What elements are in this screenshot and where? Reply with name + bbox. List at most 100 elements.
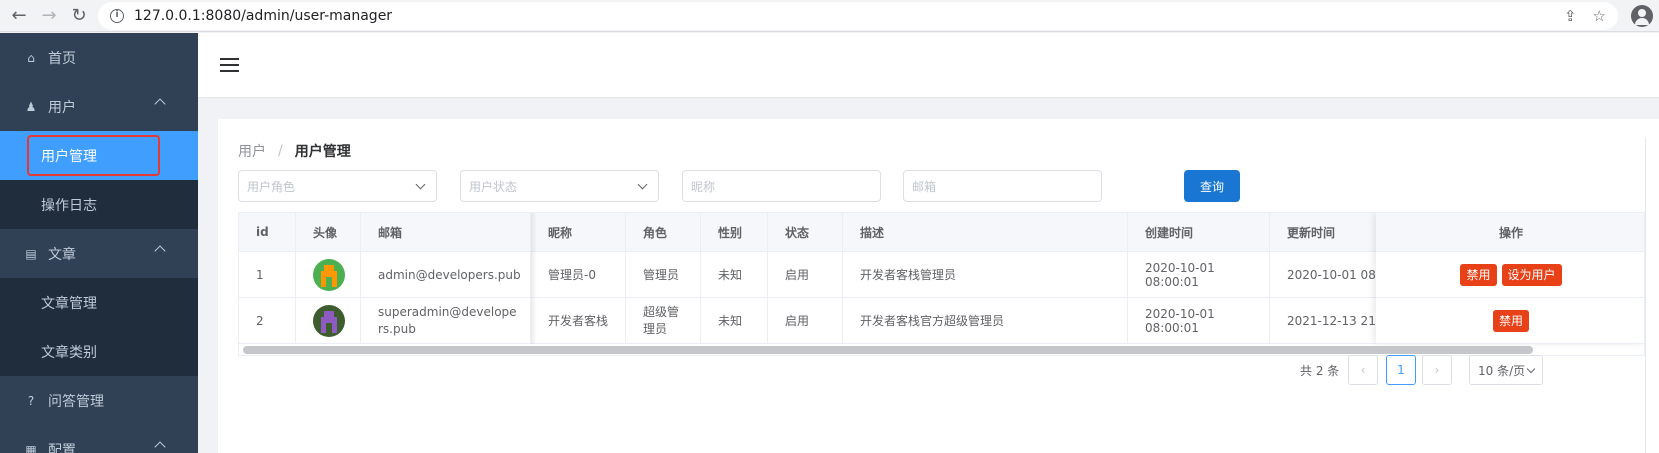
sidebar-item-label: 文章 <box>48 246 76 263</box>
status-select[interactable]: 用户状态 <box>460 170 659 202</box>
page-1-button[interactable]: 1 <box>1386 355 1416 385</box>
cell-created: 2020-10-01 08:00:01 <box>1128 298 1270 343</box>
sidebar-item-label: 问答管理 <box>48 393 104 410</box>
sidebar-item-label: 用户管理 <box>41 148 97 165</box>
status-select-placeholder: 用户状态 <box>469 179 518 194</box>
sidebar-item-article-manager[interactable]: 文章管理 <box>0 278 198 327</box>
back-arrow-icon[interactable]: ← <box>6 3 32 29</box>
sidebar-item-articles[interactable]: ▤ 文章 <box>0 229 198 278</box>
column-header[interactable]: 头像 <box>296 213 361 251</box>
sidebar-item-label: 用户 <box>48 99 76 116</box>
pagination-total: 共 2 条 <box>1300 363 1340 378</box>
chevron-down-icon <box>1526 364 1536 374</box>
cell-description: 开发者客栈官方超级管理员 <box>843 298 1128 343</box>
cell-email: superadmin@developers.pub <box>361 298 531 343</box>
cell-role-text: 超级管理员 <box>643 304 680 336</box>
cell-created: 2020-10-01 08:00:01 <box>1128 252 1270 297</box>
chevron-up-icon <box>154 245 166 257</box>
cell-email: admin@developers.pub <box>361 252 531 297</box>
disable-button[interactable]: 禁用 <box>1460 263 1497 286</box>
column-header[interactable]: 状态 <box>768 213 843 251</box>
column-header[interactable]: 邮箱 <box>361 213 531 251</box>
sidebar-item-article-category[interactable]: 文章类别 <box>0 327 198 376</box>
sidebar-item-config[interactable]: ▦ 配置 <box>0 425 198 453</box>
nickname-input-placeholder: 昵称 <box>691 179 716 194</box>
cell-nickname: 管理员-0 <box>531 252 626 297</box>
column-header[interactable]: 昵称 <box>531 213 626 251</box>
page-size-select[interactable]: 10 条/页 <box>1469 355 1543 385</box>
top-header <box>198 33 1659 98</box>
user-icon: ♟ <box>25 99 37 114</box>
share-icon[interactable]: ⇪ <box>1564 7 1577 25</box>
question-icon: ? <box>27 393 35 408</box>
sidebar-item-home[interactable]: ⌂ 首页 <box>0 33 198 82</box>
avatar[interactable] <box>313 304 345 337</box>
sidebar-item-label: 操作日志 <box>41 197 97 214</box>
url-text[interactable]: 127.0.0.1:8080/admin/user-manager <box>134 8 392 24</box>
breadcrumb-current: 用户管理 <box>294 144 351 160</box>
sidebar-item-label: 文章类别 <box>41 344 97 361</box>
cell-status: 启用 <box>768 298 843 343</box>
site-info-icon[interactable]: i <box>110 8 124 23</box>
chevron-up-icon <box>154 98 166 110</box>
column-header[interactable]: id <box>239 213 296 251</box>
chevron-down-icon <box>637 179 648 190</box>
cell-role: 管理员 <box>626 252 701 297</box>
actions-column: 操作 禁用 设为用户 禁用 <box>1376 213 1644 344</box>
email-input[interactable]: 邮箱 <box>903 170 1102 202</box>
cell-id: 1 <box>239 252 296 297</box>
browser-toolbar: ← → ↻ i 127.0.0.1:8080/admin/user-manage… <box>0 0 1659 32</box>
nickname-input[interactable]: 昵称 <box>682 170 881 202</box>
cell-gender: 未知 <box>701 298 768 343</box>
sidebar-item-users[interactable]: ♟ 用户 <box>0 82 198 131</box>
user-table: id 头像 邮箱 昵称 角色 性别 状态 描述 创建时间 更新时间 1 admi… <box>238 212 1645 356</box>
cell-id: 2 <box>239 298 296 343</box>
cell-avatar <box>296 252 361 297</box>
address-bar[interactable]: i 127.0.0.1:8080/admin/user-manager ⇪ ☆ <box>98 1 1618 30</box>
sidebar-item-user-manager[interactable]: 用户管理 <box>0 131 198 180</box>
reload-icon[interactable]: ↻ <box>66 3 92 29</box>
page-scrollbar-track[interactable] <box>1645 137 1659 453</box>
role-select-placeholder: 用户角色 <box>247 179 296 194</box>
role-select[interactable]: 用户角色 <box>238 170 437 202</box>
cell-gender: 未知 <box>701 252 768 297</box>
hamburger-menu-icon[interactable] <box>220 58 239 72</box>
email-input-placeholder: 邮箱 <box>912 179 937 194</box>
document-icon: ▤ <box>25 246 37 261</box>
config-icon: ▦ <box>25 442 37 453</box>
column-header[interactable]: 性别 <box>701 213 768 251</box>
page-size-value: 10 条/页 <box>1478 363 1526 378</box>
sidebar-item-operation-log[interactable]: 操作日志 <box>0 180 198 229</box>
breadcrumb-separator: / <box>278 143 283 159</box>
sidebar-item-qa[interactable]: ? 问答管理 <box>0 376 198 425</box>
chevron-down-icon <box>415 179 426 190</box>
column-header: 操作 <box>1376 213 1644 252</box>
cell-role: 超级管理员 <box>626 298 701 343</box>
column-header[interactable]: 描述 <box>843 213 1128 251</box>
fixed-column-shadow <box>531 213 537 344</box>
chevron-up-icon <box>154 441 166 453</box>
forward-arrow-icon[interactable]: → <box>36 3 62 29</box>
home-icon: ⌂ <box>27 50 35 65</box>
cell-email-text: superadmin@developers.pub <box>378 304 517 336</box>
disable-button[interactable]: 禁用 <box>1492 309 1529 332</box>
set-as-user-button[interactable]: 设为用户 <box>1501 263 1562 286</box>
breadcrumb-parent[interactable]: 用户 <box>238 141 266 161</box>
cell-avatar <box>296 298 361 343</box>
avatar[interactable] <box>313 258 345 291</box>
row-actions: 禁用 设为用户 <box>1376 252 1644 298</box>
bookmark-star-icon[interactable]: ☆ <box>1593 7 1606 25</box>
prev-page-button[interactable]: ‹ <box>1348 355 1378 385</box>
query-button[interactable]: 查询 <box>1184 170 1240 202</box>
sidebar: ⌂ 首页 ♟ 用户 用户管理 操作日志 ▤ 文章 文章管理 文章类别 ? 问答管… <box>0 33 198 453</box>
next-page-button[interactable]: › <box>1422 355 1452 385</box>
profile-icon[interactable] <box>1631 5 1653 27</box>
column-header[interactable]: 角色 <box>626 213 701 251</box>
row-actions: 禁用 <box>1376 298 1644 344</box>
horizontal-scrollbar[interactable] <box>243 346 1533 354</box>
cell-nickname: 开发者客栈 <box>531 298 626 343</box>
breadcrumb: 用户 / 用户管理 <box>238 141 351 161</box>
column-header[interactable]: 创建时间 <box>1128 213 1270 251</box>
sidebar-item-label: 配置 <box>48 442 76 453</box>
sidebar-item-label: 文章管理 <box>41 295 97 312</box>
